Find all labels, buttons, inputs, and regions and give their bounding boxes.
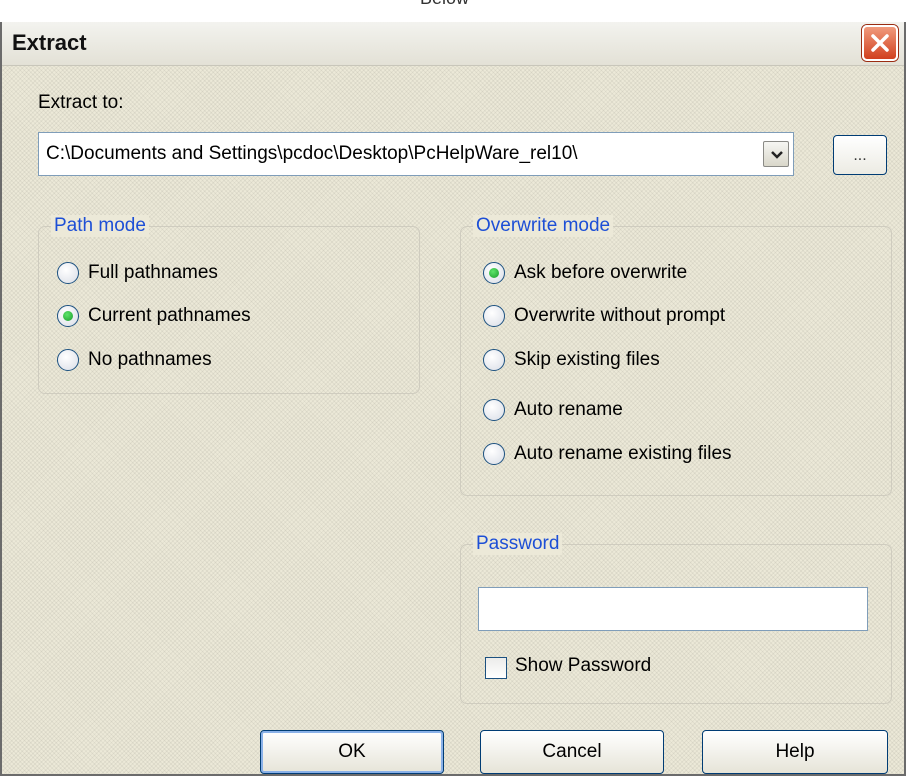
browse-button[interactable]: ...	[833, 135, 887, 175]
show-password-label: Show Password	[515, 655, 652, 676]
cropped-text: Below	[420, 0, 469, 9]
overwrite-mode-group: Overwrite mode Ask before overwrite Over…	[460, 215, 892, 496]
extract-path-combobox[interactable]: C:\Documents and Settings\pcdoc\Desktop\…	[38, 132, 794, 176]
radio-label: Current pathnames	[88, 305, 251, 326]
ok-button[interactable]: OK	[260, 730, 444, 774]
help-button[interactable]: Help	[702, 730, 888, 774]
radio-label: Full pathnames	[88, 262, 218, 283]
radio-full-pathnames[interactable]	[57, 262, 79, 284]
dropdown-button[interactable]	[763, 141, 789, 167]
radio-skip-existing-files[interactable]	[483, 349, 505, 371]
radio-label: Ask before overwrite	[514, 262, 688, 283]
overwrite-mode-title: Overwrite mode	[473, 215, 614, 237]
radio-ask-before-overwrite[interactable]	[483, 262, 505, 284]
chevron-down-icon	[771, 151, 783, 159]
radio-current-pathnames[interactable]	[57, 305, 79, 327]
radio-no-pathnames[interactable]	[57, 349, 79, 371]
title-bar: Extract	[2, 22, 904, 66]
password-title: Password	[473, 533, 563, 555]
extract-dialog: Extract Extract to: C:\Documents and Set…	[0, 22, 906, 776]
path-mode-title: Path mode	[51, 215, 149, 237]
radio-label: Overwrite without prompt	[514, 305, 726, 326]
extract-to-label: Extract to:	[38, 92, 124, 113]
radio-label: Auto rename existing files	[514, 443, 732, 464]
dialog-title: Extract	[12, 30, 87, 55]
cancel-button[interactable]: Cancel	[480, 730, 664, 774]
radio-label: Auto rename	[514, 399, 623, 420]
extract-path-value: C:\Documents and Settings\pcdoc\Desktop\…	[46, 143, 578, 164]
path-mode-group: Path mode Full pathnames Current pathnam…	[38, 215, 420, 394]
radio-label: Skip existing files	[514, 349, 660, 370]
radio-auto-rename[interactable]	[483, 399, 505, 421]
close-button[interactable]	[862, 25, 898, 61]
close-icon	[871, 34, 889, 52]
radio-overwrite-without-prompt[interactable]	[483, 305, 505, 327]
radio-label: No pathnames	[88, 349, 212, 370]
radio-auto-rename-existing-files[interactable]	[483, 443, 505, 465]
password-input[interactable]	[478, 587, 868, 631]
show-password-checkbox[interactable]	[485, 657, 507, 679]
